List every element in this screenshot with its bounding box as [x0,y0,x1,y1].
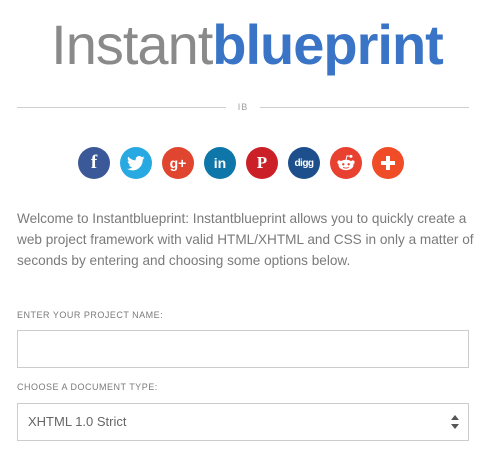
social-share-bar: f g+ in P digg [78,147,404,179]
addthis-share-button[interactable] [372,147,404,179]
linkedin-share-button[interactable]: in [204,147,236,179]
document-type-selected: XHTML 1.0 Strict [28,414,127,429]
google-plus-icon: g+ [169,155,187,171]
linkedin-icon: in [213,155,227,171]
facebook-icon: f [90,152,98,173]
pinterest-icon: P [256,153,268,172]
project-name-label: ENTER YOUR PROJECT NAME: [17,310,164,320]
twitter-icon [127,155,145,170]
reddit-icon [337,154,355,171]
reddit-share-button[interactable] [330,147,362,179]
plus-icon [381,156,395,170]
document-type-label: CHOOSE A DOCUMENT TYPE: [17,382,158,392]
divider-line-right [260,107,469,108]
pinterest-share-button[interactable]: P [246,147,278,179]
select-arrows-icon [451,415,459,429]
divider: IB [17,100,469,114]
twitter-share-button[interactable] [120,147,152,179]
logo-bold-text: blueprint [212,13,444,76]
facebook-share-button[interactable]: f [78,147,110,179]
logo-light-text: Instant [51,13,213,76]
digg-share-button[interactable]: digg [288,147,320,179]
digg-icon: digg [294,157,314,169]
google-plus-share-button[interactable]: g+ [162,147,194,179]
project-name-input[interactable] [17,330,469,368]
document-type-select[interactable]: XHTML 1.0 Strict [17,403,469,441]
logo: Instantblueprint [0,14,494,76]
intro-text: Welcome to Instantblueprint: Instantblue… [17,211,474,268]
page: Instantblueprint IB f g+ in P digg Welco… [0,0,494,453]
